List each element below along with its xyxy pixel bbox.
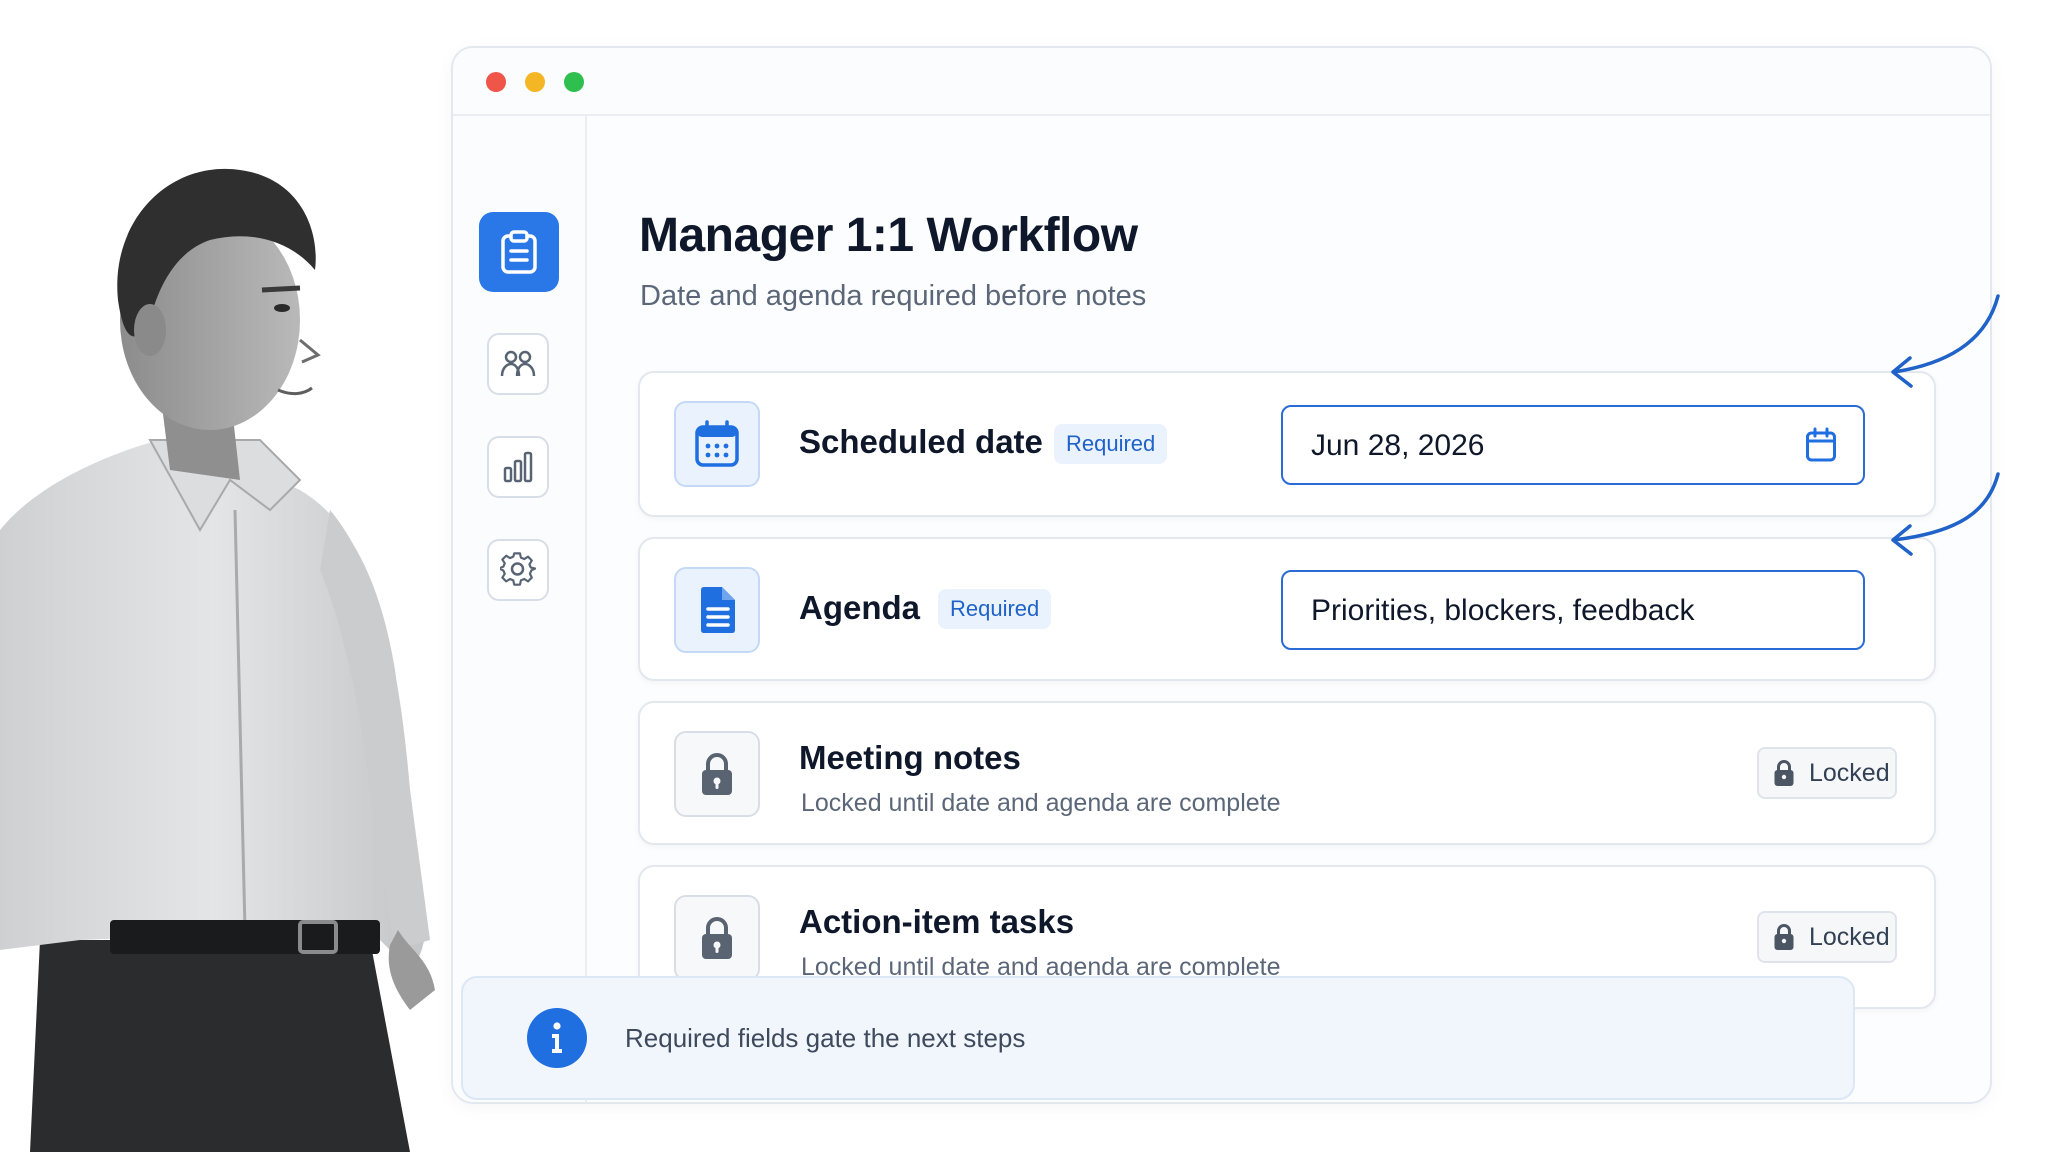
agenda-icon-tile <box>674 567 760 653</box>
lock-icon <box>1774 924 1794 950</box>
sidebar-item-reports[interactable] <box>487 436 549 498</box>
calendar-icon <box>1806 427 1836 462</box>
agenda-card: Agenda Required Priorities, blockers, fe… <box>638 537 1936 681</box>
meeting-notes-card: Meeting notes Locked until date and agen… <box>638 701 1936 845</box>
scheduled-date-label: Scheduled date <box>799 423 1043 460</box>
action-items-status-text: Locked <box>1809 922 1890 951</box>
agenda-label: Agenda <box>799 589 921 626</box>
main-content: Manager 1:1 Workflow Date and agenda req… <box>587 116 1990 1102</box>
document-icon <box>701 587 735 633</box>
app-window: Manager 1:1 Workflow Date and agenda req… <box>451 46 1992 1104</box>
agenda-required-badge: Required <box>938 589 1052 629</box>
gear-icon <box>500 552 536 586</box>
lock-icon <box>702 753 732 795</box>
window-close-button[interactable] <box>486 72 506 92</box>
bar-chart-icon <box>503 451 533 483</box>
sidebar <box>453 116 587 1102</box>
agenda-value: Priorities, blockers, feedback <box>1311 594 1695 627</box>
users-icon <box>500 350 536 377</box>
lock-icon <box>1774 760 1794 786</box>
window-maximize-button[interactable] <box>564 72 584 92</box>
action-items-label: Action-item tasks <box>799 903 1075 940</box>
person-photo <box>0 168 435 1152</box>
date-picker-button[interactable] <box>1805 427 1837 468</box>
info-icon <box>527 1008 587 1068</box>
scheduled-date-value: Jun 28, 2026 <box>1311 429 1485 462</box>
meeting-notes-label: Meeting notes <box>799 739 1021 776</box>
clipboard-icon <box>501 230 537 274</box>
callout-arrow-date <box>1891 294 2000 388</box>
action-items-status-badge: Locked <box>1757 911 1897 963</box>
sidebar-item-settings[interactable] <box>487 539 549 601</box>
page-subtitle: Date and agenda required before notes <box>640 280 1147 312</box>
scheduled-date-card: Scheduled date Required Jun 28, 2026 <box>638 371 1936 517</box>
window-titlebar <box>453 48 1990 116</box>
agenda-field[interactable]: Priorities, blockers, feedback <box>1281 570 1865 650</box>
sidebar-item-workflow[interactable] <box>479 212 559 292</box>
page-title: Manager 1:1 Workflow <box>639 209 1138 262</box>
calendar-icon <box>695 420 739 467</box>
meeting-notes-status-badge: Locked <box>1757 747 1897 799</box>
callout-arrow-agenda <box>1891 472 2000 556</box>
scheduled-date-icon-tile <box>674 401 760 487</box>
info-banner-text: Required fields gate the next steps <box>625 1023 1026 1053</box>
action-items-icon-tile <box>674 895 760 981</box>
meeting-notes-status-text: Locked <box>1809 758 1890 787</box>
meeting-notes-icon-tile <box>674 731 760 817</box>
sidebar-item-team[interactable] <box>487 333 549 395</box>
scheduled-date-field[interactable]: Jun 28, 2026 <box>1281 405 1865 485</box>
scheduled-date-required-badge: Required <box>1054 424 1168 464</box>
meeting-notes-description: Locked until date and agenda are complet… <box>801 789 1281 817</box>
lock-icon <box>702 917 732 959</box>
window-minimize-button[interactable] <box>525 72 545 92</box>
info-banner: Required fields gate the next steps <box>461 976 1855 1100</box>
